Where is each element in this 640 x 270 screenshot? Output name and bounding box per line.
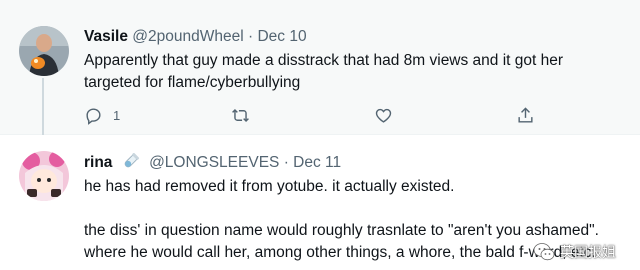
tweet-actions: 1 bbox=[84, 106, 544, 128]
thread-connector-line bbox=[42, 78, 44, 138]
watermark: 英国报姐 bbox=[533, 242, 616, 262]
watermark-text: 英国报姐 bbox=[560, 244, 616, 260]
author-handle[interactable]: @LONGSLEEVES bbox=[149, 154, 279, 171]
reply-button[interactable]: 1 bbox=[84, 106, 120, 125]
wechat-icon bbox=[533, 243, 555, 261]
dot-separator: · bbox=[248, 28, 254, 45]
author-name[interactable]: Vasile bbox=[84, 28, 128, 45]
retweet-icon bbox=[232, 108, 249, 123]
dot-separator: · bbox=[283, 154, 289, 171]
tweet-vasile[interactable]: Vasile @2poundWheel · Dec 10 Apparently … bbox=[0, 0, 640, 138]
retweet-button[interactable] bbox=[231, 106, 250, 125]
author-name[interactable]: rina bbox=[84, 154, 112, 171]
tweet-text: Apparently that guy made a disstrack tha… bbox=[84, 50, 563, 94]
share-icon bbox=[518, 107, 533, 123]
tweet-header: rina @LONGSLEEVES · Dec 11 bbox=[84, 153, 341, 172]
tweet-text-line: the diss' in question name would roughly… bbox=[84, 222, 599, 239]
tweet-date[interactable]: Dec 11 bbox=[293, 154, 341, 171]
tweet-text: he has had removed it from yotube. it ac… bbox=[84, 176, 599, 264]
tweet-date[interactable]: Dec 10 bbox=[257, 28, 306, 45]
like-icon bbox=[375, 108, 392, 123]
like-button[interactable] bbox=[374, 106, 393, 125]
avatar-vasile[interactable] bbox=[19, 26, 69, 76]
reply-icon bbox=[86, 108, 101, 125]
author-handle[interactable]: @2poundWheel bbox=[132, 28, 243, 45]
tweet-text-line: he has had removed it from yotube. it ac… bbox=[84, 178, 455, 195]
tweet-text-line bbox=[84, 198, 599, 220]
reply-count: 1 bbox=[113, 108, 121, 123]
tweet-text-line: where he would call her, among other thi… bbox=[84, 244, 596, 261]
tweet-text-line: targeted for flame/cyberbullying bbox=[84, 74, 301, 91]
share-button[interactable] bbox=[516, 106, 535, 125]
tweet-text-line: Apparently that guy made a disstrack tha… bbox=[84, 52, 564, 69]
test-tube-icon bbox=[124, 153, 139, 168]
avatar-rina[interactable] bbox=[19, 151, 69, 201]
tweet-header: Vasile @2poundWheel · Dec 10 bbox=[84, 28, 307, 46]
